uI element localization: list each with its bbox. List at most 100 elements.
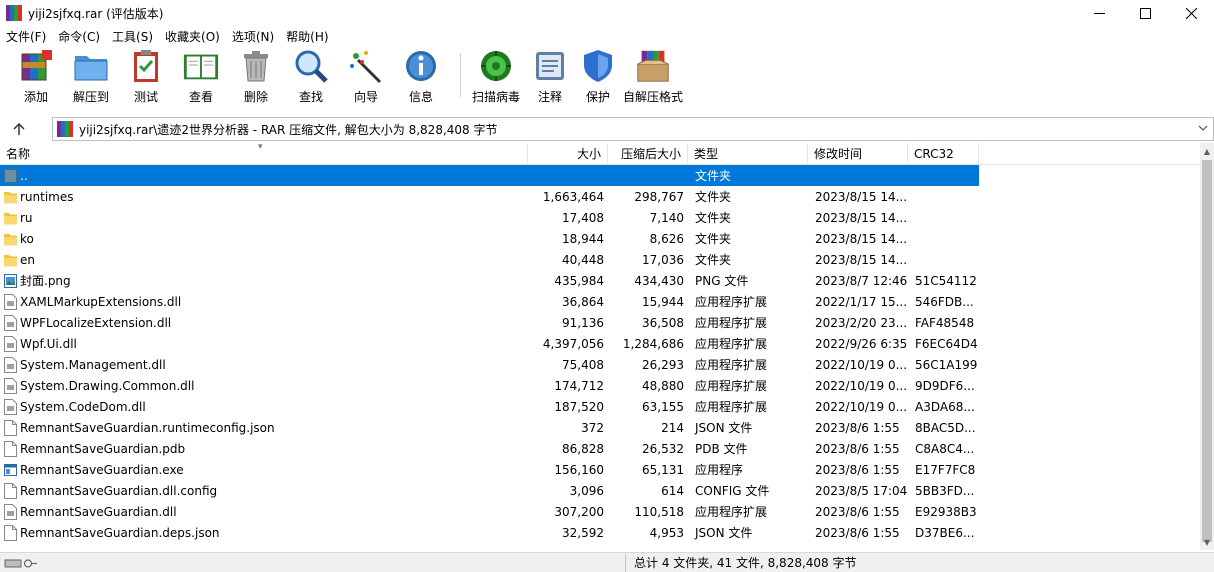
extract-to-button[interactable]: 解压到 [58,49,124,111]
rar-archive-icon [57,121,73,137]
scroll-up-icon[interactable]: ▲ [1200,144,1214,158]
scan-virus-button[interactable]: 扫描病毒 [467,49,525,111]
maximize-button[interactable] [1122,0,1168,26]
menu-tools[interactable]: 工具(S) [106,27,159,47]
column-size[interactable]: 大小 [528,143,608,165]
scan-virus-label: 扫描病毒 [471,90,520,104]
file-row[interactable]: RemnantSaveGuardian.runtimeconfig.json 37… [0,417,1200,438]
file-row[interactable]: WPFLocalizeExtension.dll 91,136 36,508 应用程序… [0,312,1200,333]
archive-add-icon [17,48,55,84]
file-type: 文件夹 [695,211,732,225]
file-row[interactable]: runtimes 1,663,464 298,767 文件夹 2023/8/15 14.… [0,186,1200,207]
file-row[interactable]: RemnantSaveGuardian.deps.json 32,592 4,953… [0,522,1200,543]
test-button[interactable]: 测试 [124,49,168,111]
status-summary: 总计 4 文件夹, 41 文件, 8,828,408 字节 [634,556,857,570]
scroll-thumb[interactable] [1202,160,1212,542]
doc-icon [4,419,20,436]
file-type: 应用程序扩展 [695,316,768,330]
dll-icon [4,377,20,394]
file-row[interactable]: 封面.png 435,984 434,430 PNG 文件 2023/8/7 12:46… [0,270,1200,291]
parent-directory-row[interactable]: .. 文件夹 [0,165,979,186]
maximize-icon [1139,7,1151,19]
menu-favorites[interactable]: 收藏夹(O) [159,27,226,47]
comment-button[interactable]: 注释 [525,49,575,111]
shield-icon [579,48,617,84]
up-one-level-button[interactable] [8,119,30,139]
dll-icon [4,335,20,352]
file-modified: 2023/8/15 14... [815,231,908,246]
toolbar-separator [460,53,461,97]
minimize-button[interactable] [1076,0,1122,26]
file-packed-size: 36,508 [642,315,684,330]
view-button[interactable]: 查看 [168,49,234,111]
sfx-button[interactable]: 自解压格式 [621,49,685,111]
title-bar: yiji2sjfxq.rar (评估版本) [0,0,1214,26]
column-modified[interactable]: 修改时间 [808,143,908,165]
file-name-cell: RemnantSaveGuardian.runtimeconfig.json [0,419,528,436]
file-type: 应用程序 [695,463,744,477]
menu-commands[interactable]: 命令(C) [52,27,106,47]
file-modified: 2022/10/19 0... [815,357,908,372]
scroll-down-icon[interactable]: ▼ [1200,535,1214,549]
sfx-box-icon [634,48,672,84]
file-name: .. [20,168,28,183]
file-crc32: 51C54112 [915,273,977,288]
column-type[interactable]: 类型 [688,143,808,165]
file-row[interactable]: RemnantSaveGuardian.dll 307,200 110,518 应用程… [0,501,1200,522]
file-packed-size: 4,953 [649,525,684,540]
file-packed-size: 110,518 [634,504,684,519]
info-label: 信息 [408,90,433,104]
file-name-cell: System.Drawing.Common.dll [0,377,528,394]
wizard-button[interactable]: 向导 [344,49,388,111]
file-row[interactable]: System.Drawing.Common.dll 174,712 48,880 应用… [0,375,1200,396]
file-type: JSON 文件 [695,421,753,435]
close-button[interactable] [1168,0,1214,26]
winrar-app-icon[interactable] [6,5,22,21]
file-name-cell: RemnantSaveGuardian.pdb [0,440,528,457]
column-packed[interactable]: 压缩后大小 [608,143,688,165]
comment-icon [531,48,569,84]
file-crc32: 56C1A199 [915,357,978,372]
chevron-down-icon[interactable] [1197,122,1209,134]
file-row[interactable]: XAMLMarkupExtensions.dll 36,864 15,944 应用程序… [0,291,1200,312]
archive-path: yiji2sjfxq.rar\遗迹2世界分析器 - RAR 压缩文件, 解包大小… [79,122,498,137]
file-row[interactable]: ko 18,944 8,626 文件夹 2023/8/15 14... [0,228,1200,249]
file-crc32: 5BB3FD... [915,483,975,498]
file-row[interactable]: System.CodeDom.dll 187,520 63,155 应用程序扩展 202… [0,396,1200,417]
file-name-cell: ru [0,210,528,226]
wizard-wand-icon [347,48,385,84]
file-size: 435,984 [554,273,604,288]
file-size: 156,160 [554,462,604,477]
file-row[interactable]: ru 17,408 7,140 文件夹 2023/8/15 14... [0,207,1200,228]
column-name[interactable]: 名称 [0,143,528,165]
vertical-scrollbar[interactable]: ▲ ▼ [1200,143,1214,550]
file-type: CONFIG 文件 [695,484,770,498]
delete-button[interactable]: 删除 [234,49,278,111]
file-row[interactable]: en 40,448 17,036 文件夹 2023/8/15 14... [0,249,1200,270]
file-rows: .. 文件夹 runtimes 1,663,464 298,767 文件夹 2023/8/1… [0,165,1200,543]
file-size: 4,397,056 [542,336,604,351]
doc-icon [4,524,20,541]
menu-options[interactable]: 选项(N) [226,27,280,47]
file-row[interactable]: RemnantSaveGuardian.dll.config 3,096 614 CO… [0,480,1200,501]
find-button[interactable]: 查找 [278,49,344,111]
add-button[interactable]: 添加 [14,49,58,111]
file-name-cell: RemnantSaveGuardian.dll [0,503,528,520]
file-packed-size: 63,155 [642,399,684,414]
file-packed-size: 298,767 [634,189,684,204]
file-modified: 2023/8/6 1:55 [815,441,900,456]
info-button[interactable]: 信息 [388,49,454,111]
file-crc32: A3DA68... [915,399,975,414]
drive-key-icon[interactable] [4,557,38,569]
file-row[interactable]: RemnantSaveGuardian.pdb 86,828 26,532 PDB 文… [0,438,1200,459]
menu-file[interactable]: 文件(F) [0,27,52,47]
column-crc32[interactable]: CRC32 [908,143,979,165]
file-row[interactable]: Wpf.Ui.dll 4,397,056 1,284,686 应用程序扩展 2022/9… [0,333,1200,354]
parent-dir-icon [4,168,20,184]
file-row[interactable]: RemnantSaveGuardian.exe 156,160 65,131 应用程序… [0,459,1200,480]
file-row[interactable]: System.Management.dll 75,408 26,293 应用程序扩展 2… [0,354,1200,375]
file-crc32: E92938B3 [915,504,977,519]
path-combobox[interactable]: yiji2sjfxq.rar\遗迹2世界分析器 - RAR 压缩文件, 解包大小… [52,117,1214,141]
protect-button[interactable]: 保护 [575,49,621,111]
menu-help[interactable]: 帮助(H) [280,27,334,47]
